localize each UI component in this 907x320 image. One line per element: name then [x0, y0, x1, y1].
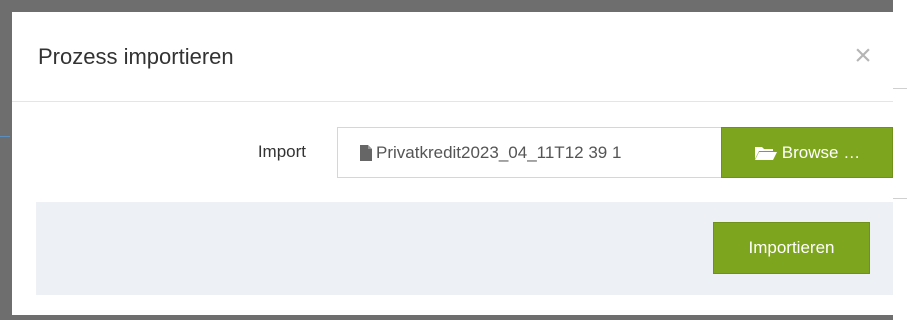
file-name: Privatkredit2023_04_11T12 39 1 — [376, 142, 622, 162]
background-link-mark — [0, 136, 10, 137]
import-row: Import Privatkredit2023_04_11T12 39 1 Br… — [12, 127, 893, 179]
dialog-header: Prozess importieren × — [12, 12, 893, 102]
dialog-title: Prozess importieren — [38, 44, 234, 69]
file-input[interactable]: Privatkredit2023_04_11T12 39 1 — [337, 127, 722, 178]
file-icon — [360, 144, 372, 161]
import-dialog: Prozess importieren × Import Privatkredi… — [12, 12, 893, 315]
import-label: Import — [257, 142, 306, 161]
close-button[interactable]: × — [849, 40, 877, 72]
import-submit-label: Importieren — [748, 238, 835, 257]
browse-label: Browse … — [781, 142, 861, 162]
folder-open-icon — [754, 146, 777, 160]
browse-button[interactable]: Browse … — [721, 127, 893, 178]
dialog-footer: Importieren — [36, 202, 893, 295]
background-page-edge — [893, 0, 907, 320]
background-divider — [893, 88, 907, 89]
import-submit-button[interactable]: Importieren — [713, 222, 870, 274]
close-icon: × — [854, 39, 872, 72]
background-divider — [893, 198, 907, 199]
